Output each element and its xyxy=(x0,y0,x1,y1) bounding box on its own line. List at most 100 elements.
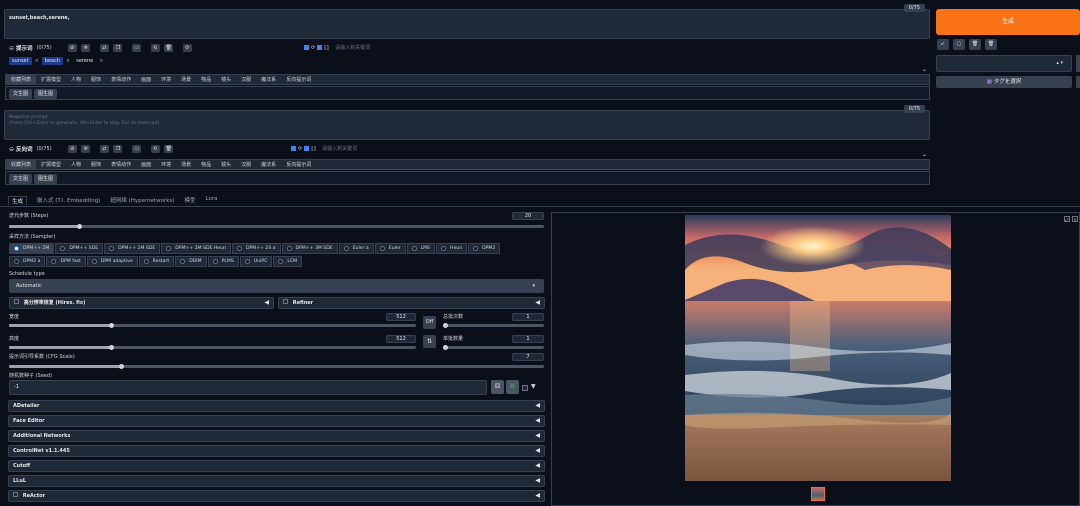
tag-select-button[interactable]: ▦ タグを選択 xyxy=(936,76,1072,88)
txt2img-button[interactable]: 文生图 xyxy=(9,174,33,184)
steps-slider-thumb[interactable] xyxy=(76,224,82,229)
category-tab[interactable]: 魔法系 xyxy=(256,160,281,170)
expand-triangle-icon[interactable]: ▼ xyxy=(531,383,536,390)
checkbox-icon[interactable] xyxy=(13,492,18,497)
width-slider[interactable] xyxy=(9,323,416,328)
width-slider-thumb[interactable] xyxy=(108,323,114,328)
restore-icon[interactable]: ▢ xyxy=(953,39,965,50)
delete-icon[interactable]: 🗑 xyxy=(164,145,174,153)
apply-style-icon[interactable]: ↙ xyxy=(937,39,949,50)
tab-models[interactable]: 模型 xyxy=(185,196,196,205)
reactor-accordion[interactable]: ReActor ◀ xyxy=(8,490,545,502)
tab-embedding[interactable]: 嵌入式 (T.I. Embedding) xyxy=(37,196,100,205)
category-tab[interactable]: 反向提示词 xyxy=(281,75,316,85)
batch-count-input[interactable]: 1 xyxy=(512,313,544,321)
sampler-option[interactable]: DPM++ 3M SDE xyxy=(281,243,338,254)
generated-image[interactable] xyxy=(685,215,951,481)
sampler-option[interactable]: Heun xyxy=(436,243,468,254)
category-tab[interactable]: 汉服 xyxy=(236,160,256,170)
clear-icon[interactable]: ⊘ xyxy=(67,145,77,153)
chevron-down-icon[interactable]: ⌄ xyxy=(922,66,927,73)
category-tab[interactable]: 汉服 xyxy=(236,75,256,85)
sampler-option[interactable]: DPM++ 2S a xyxy=(231,243,281,254)
txt2img-button[interactable]: 文生图 xyxy=(9,89,33,99)
cfg-slider-thumb[interactable] xyxy=(119,364,125,369)
extra-seed-checkbox[interactable] xyxy=(522,385,528,391)
category-tab[interactable]: 场景 xyxy=(176,75,196,85)
img2img-button[interactable]: 图生图 xyxy=(34,174,58,184)
tag-input[interactable]: 请输入新关键词 xyxy=(322,145,357,152)
checkbox-icon[interactable] xyxy=(14,299,19,304)
cfg-slider[interactable] xyxy=(9,364,544,369)
image-thumbnail[interactable] xyxy=(811,487,825,501)
tag-side-button[interactable] xyxy=(1076,76,1080,88)
sampler-option[interactable]: PLMS xyxy=(207,256,239,267)
category-tab[interactable]: 服饰 xyxy=(86,75,106,85)
sampler-option[interactable]: Restart xyxy=(138,256,175,267)
sampler-option[interactable]: LCM xyxy=(273,256,303,267)
bracket-icon[interactable]: ⟦⟧ xyxy=(324,45,329,51)
collapse-icon[interactable]: ⊖ xyxy=(9,45,14,52)
cutoff-accordion[interactable]: Cutoff ◀ xyxy=(8,460,545,472)
category-tab[interactable]: 收藏列表 xyxy=(6,159,37,170)
generate-button[interactable]: 生成 xyxy=(936,9,1080,35)
category-tab[interactable]: 镜头 xyxy=(216,160,236,170)
copy-icon[interactable]: ❐ xyxy=(113,44,123,52)
sampler-option[interactable]: Euler a xyxy=(338,243,374,254)
checkbox-icon[interactable] xyxy=(291,146,296,151)
random-icon[interactable]: ⟳ xyxy=(182,44,192,52)
sampler-option[interactable]: DPM adaptive xyxy=(86,256,138,267)
category-tab[interactable]: 表情动作 xyxy=(106,75,136,85)
delete-icon[interactable]: 🗑 xyxy=(164,44,174,52)
edit-icon[interactable]: ⟳ xyxy=(311,45,315,51)
batch-size-slider[interactable] xyxy=(443,345,544,350)
trash-icon[interactable]: 🗑 xyxy=(969,39,981,50)
checkbox-icon[interactable] xyxy=(317,45,323,50)
settings-icon[interactable]: ✲ xyxy=(81,44,91,52)
folder-icon[interactable]: ▭ xyxy=(132,44,142,52)
chip-sunset[interactable]: sunset xyxy=(9,57,32,65)
sampler-option[interactable]: DPM fast xyxy=(46,256,86,267)
controlnet-accordion[interactable]: ControlNet v1.1.445 ◀ xyxy=(8,445,545,457)
schedule-dropdown[interactable]: Automatic ▾ xyxy=(9,279,544,293)
additional-networks-accordion[interactable]: Additional Networks ◀ xyxy=(8,430,545,442)
sampler-option[interactable]: DPM2 xyxy=(468,243,501,254)
chip-serene[interactable]: serene xyxy=(73,57,96,65)
copy-icon[interactable]: ❐ xyxy=(113,145,123,153)
sampler-option[interactable]: Euler xyxy=(374,243,406,254)
tab-generate[interactable]: 生成 xyxy=(8,196,28,205)
category-tab[interactable]: 扩展模型 xyxy=(36,160,66,170)
category-tab[interactable]: 扩展模型 xyxy=(36,75,66,85)
face-editor-accordion[interactable]: Face Editor ◀ xyxy=(8,415,545,427)
folder-icon[interactable]: ▭ xyxy=(132,145,142,153)
category-tab[interactable]: 场景 xyxy=(176,160,196,170)
steps-input[interactable]: 20 xyxy=(512,212,544,220)
fullscreen-icon[interactable]: ⤢ xyxy=(1064,216,1070,222)
trash-icon[interactable]: 🗑 xyxy=(985,39,997,50)
checkbox-icon[interactable] xyxy=(283,299,288,304)
translate-icon[interactable]: ⇄ xyxy=(99,145,109,153)
close-icon[interactable]: × xyxy=(1072,216,1078,222)
height-input[interactable]: 512 xyxy=(386,335,416,343)
dropdown-side-button[interactable] xyxy=(1076,55,1080,72)
chip-remove-icon[interactable]: × xyxy=(66,58,70,64)
swap-dimensions-button[interactable]: ⇅ xyxy=(423,335,436,348)
clear-icon[interactable]: ⊘ xyxy=(67,44,77,52)
category-tab[interactable]: 画面 xyxy=(136,160,156,170)
llul-accordion[interactable]: LLuL ◀ xyxy=(8,475,545,487)
category-tab[interactable]: 环境 xyxy=(156,75,176,85)
sampler-option[interactable]: DDIM xyxy=(175,256,207,267)
category-tab[interactable]: 画面 xyxy=(136,75,156,85)
prompt-textarea[interactable]: sunset,beach,serene, 0/75 xyxy=(4,4,930,39)
width-input[interactable]: 512 xyxy=(386,313,416,321)
category-tab[interactable]: 物品 xyxy=(196,75,216,85)
dice-icon[interactable]: ⚄ xyxy=(491,380,504,394)
translate-icon[interactable]: ⇄ xyxy=(99,44,109,52)
history-icon[interactable]: ⟲ xyxy=(150,145,160,153)
chip-remove-icon[interactable]: × xyxy=(99,58,103,64)
category-tab[interactable]: 收藏列表 xyxy=(6,74,37,85)
category-tab[interactable]: 反向提示词 xyxy=(281,160,316,170)
adetailer-accordion[interactable]: ADetailer ◀ xyxy=(8,400,545,412)
chip-remove-icon[interactable]: × xyxy=(35,58,39,64)
chevron-down-icon[interactable]: ⌄ xyxy=(922,151,927,158)
